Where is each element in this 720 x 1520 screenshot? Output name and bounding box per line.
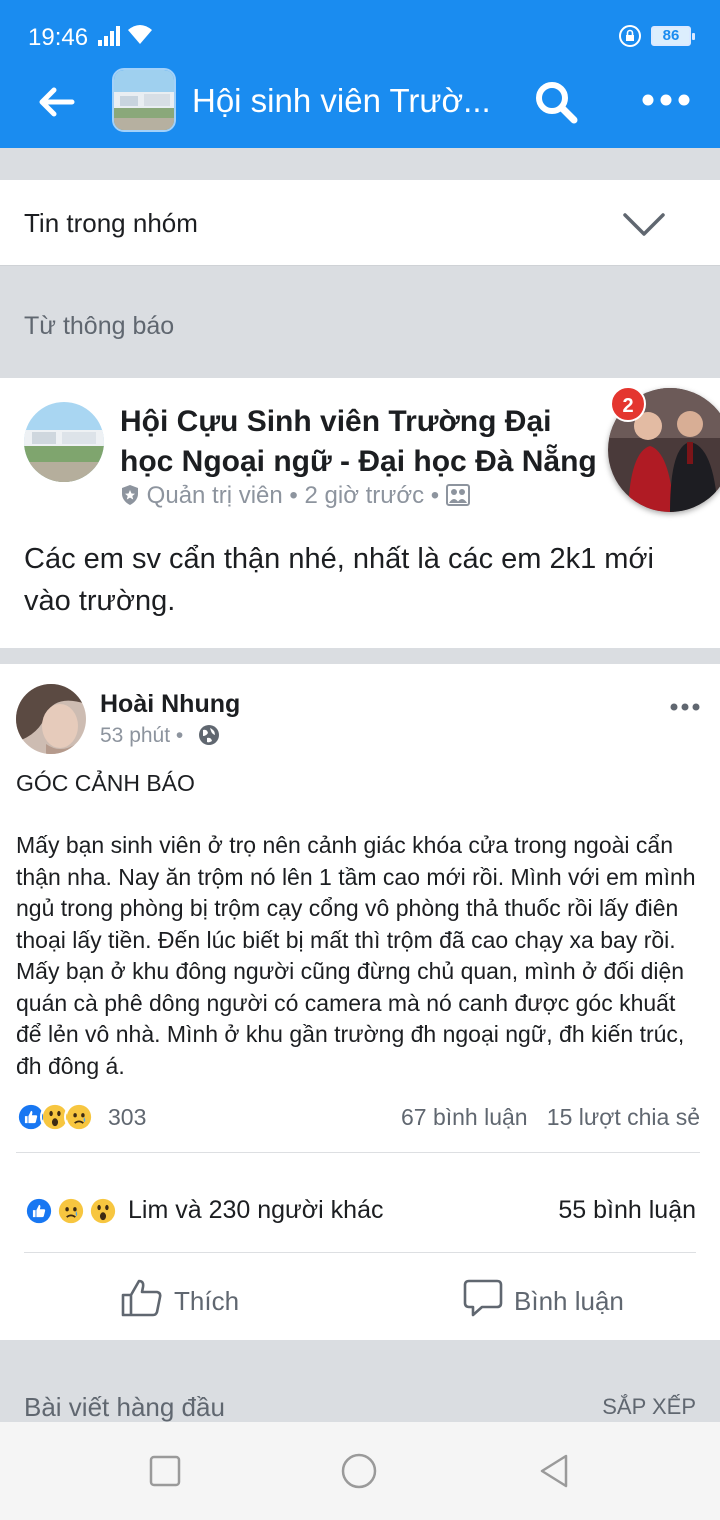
reaction-count: 303	[108, 1104, 147, 1130]
recent-apps-icon[interactable]	[146, 1452, 184, 1490]
post-heading: GÓC CẢNH BÁO	[16, 770, 195, 796]
share-count[interactable]: 15 lượt chia sẻ	[547, 1104, 700, 1130]
comment-count[interactable]: 67 bình luận	[401, 1104, 528, 1130]
sort-button[interactable]: SẮP XẾP	[602, 1394, 696, 1420]
announcement-body: Các em sv cẩn thận nhé, nhất là các em 2…	[24, 543, 654, 617]
post-stats[interactable]: 67 bình luận 15 lượt chia sẻ	[401, 1104, 700, 1131]
announcement-card[interactable]: Hội Cựu Sinh viên Trường Đại học Ngoại n…	[0, 378, 720, 648]
summary-comment-count[interactable]: 55 bình luận	[558, 1196, 696, 1225]
news-filter-dropdown[interactable]: Tin trong nhóm	[0, 180, 720, 266]
search-icon[interactable]	[534, 80, 578, 124]
share-summary-row[interactable]: Lim và 230 người khác 55 bình luận	[24, 1192, 696, 1232]
section-label-announcements: Từ thông báo	[24, 312, 175, 340]
battery-indicator: 86	[651, 26, 695, 46]
signal-icon	[98, 26, 120, 46]
post-more-icon[interactable]	[670, 702, 700, 712]
news-filter-label: Tin trong nhóm	[24, 208, 198, 238]
post-body: Mấy bạn sinh viên ở trọ nên cảnh giác kh…	[16, 832, 696, 1079]
post-actions: Thích Bình luận	[0, 1264, 720, 1336]
sad-reaction-icon	[56, 1196, 86, 1226]
separator-dot: •	[289, 482, 305, 509]
admin-shield-icon	[122, 485, 138, 505]
reactions-row[interactable]: 303 67 bình luận 15 lượt chia sẻ	[16, 1100, 700, 1140]
author-role: Quản trị viên	[146, 482, 283, 509]
post-author[interactable]: Hoài Nhung	[100, 690, 240, 719]
comment-button[interactable]: Bình luận	[462, 1276, 642, 1324]
rotation-lock-icon	[619, 25, 641, 47]
separator-dot: •	[430, 482, 446, 509]
group-name-link[interactable]: Hội Cựu Sinh viên Trường Đại học Ngoại n…	[120, 402, 610, 482]
divider	[16, 1152, 700, 1153]
post-time[interactable]: 53 phút •	[100, 724, 183, 748]
group-thumbnail[interactable]	[112, 68, 176, 132]
reactors-text[interactable]: Lim và 230 người khác	[128, 1196, 383, 1225]
thumbs-up-icon	[121, 1279, 162, 1317]
top-posts-header: Bài viết hàng đầu SẮP XẾP	[0, 1350, 720, 1422]
arrow-left-icon[interactable]	[36, 82, 76, 122]
chevron-down-icon[interactable]	[622, 212, 666, 238]
like-label: Thích	[174, 1286, 240, 1316]
sad-reaction-icon	[64, 1102, 94, 1132]
top-posts-label: Bài viết hàng đầu	[24, 1392, 225, 1422]
divider	[24, 1252, 696, 1253]
comment-bubble-icon	[463, 1279, 503, 1317]
system-nav-bar	[0, 1422, 720, 1520]
like-reaction-icon	[24, 1196, 54, 1226]
like-button[interactable]: Thích	[120, 1276, 260, 1324]
wow-reaction-icon	[88, 1196, 118, 1226]
status-bar: 19:46 86	[0, 0, 720, 74]
home-icon[interactable]	[340, 1452, 378, 1490]
author-avatar[interactable]	[16, 684, 86, 754]
wifi-icon	[128, 25, 152, 44]
announcement-time[interactable]: 2 giờ trước	[305, 482, 425, 509]
back-triangle-icon[interactable]	[536, 1452, 574, 1490]
announcement-meta: Quản trị viên • 2 giờ trước •	[120, 482, 470, 510]
post-time-text: 53 phút	[100, 724, 171, 747]
globe-icon	[199, 725, 219, 745]
comment-label: Bình luận	[514, 1286, 624, 1316]
more-dots-icon[interactable]	[642, 90, 690, 110]
page-title: Hội sinh viên Trườ...	[192, 82, 491, 119]
top-app-bar: 19:46 86 Hội sinh viên Trườ...	[0, 0, 720, 148]
group-audience-icon	[445, 484, 470, 506]
post-card: Hoài Nhung 53 phút • GÓC CẢNH BÁO Mấy bạ…	[0, 664, 720, 1340]
status-time: 19:46	[28, 24, 89, 51]
group-avatar[interactable]	[24, 402, 104, 482]
chat-head-badge: 2	[610, 386, 646, 422]
